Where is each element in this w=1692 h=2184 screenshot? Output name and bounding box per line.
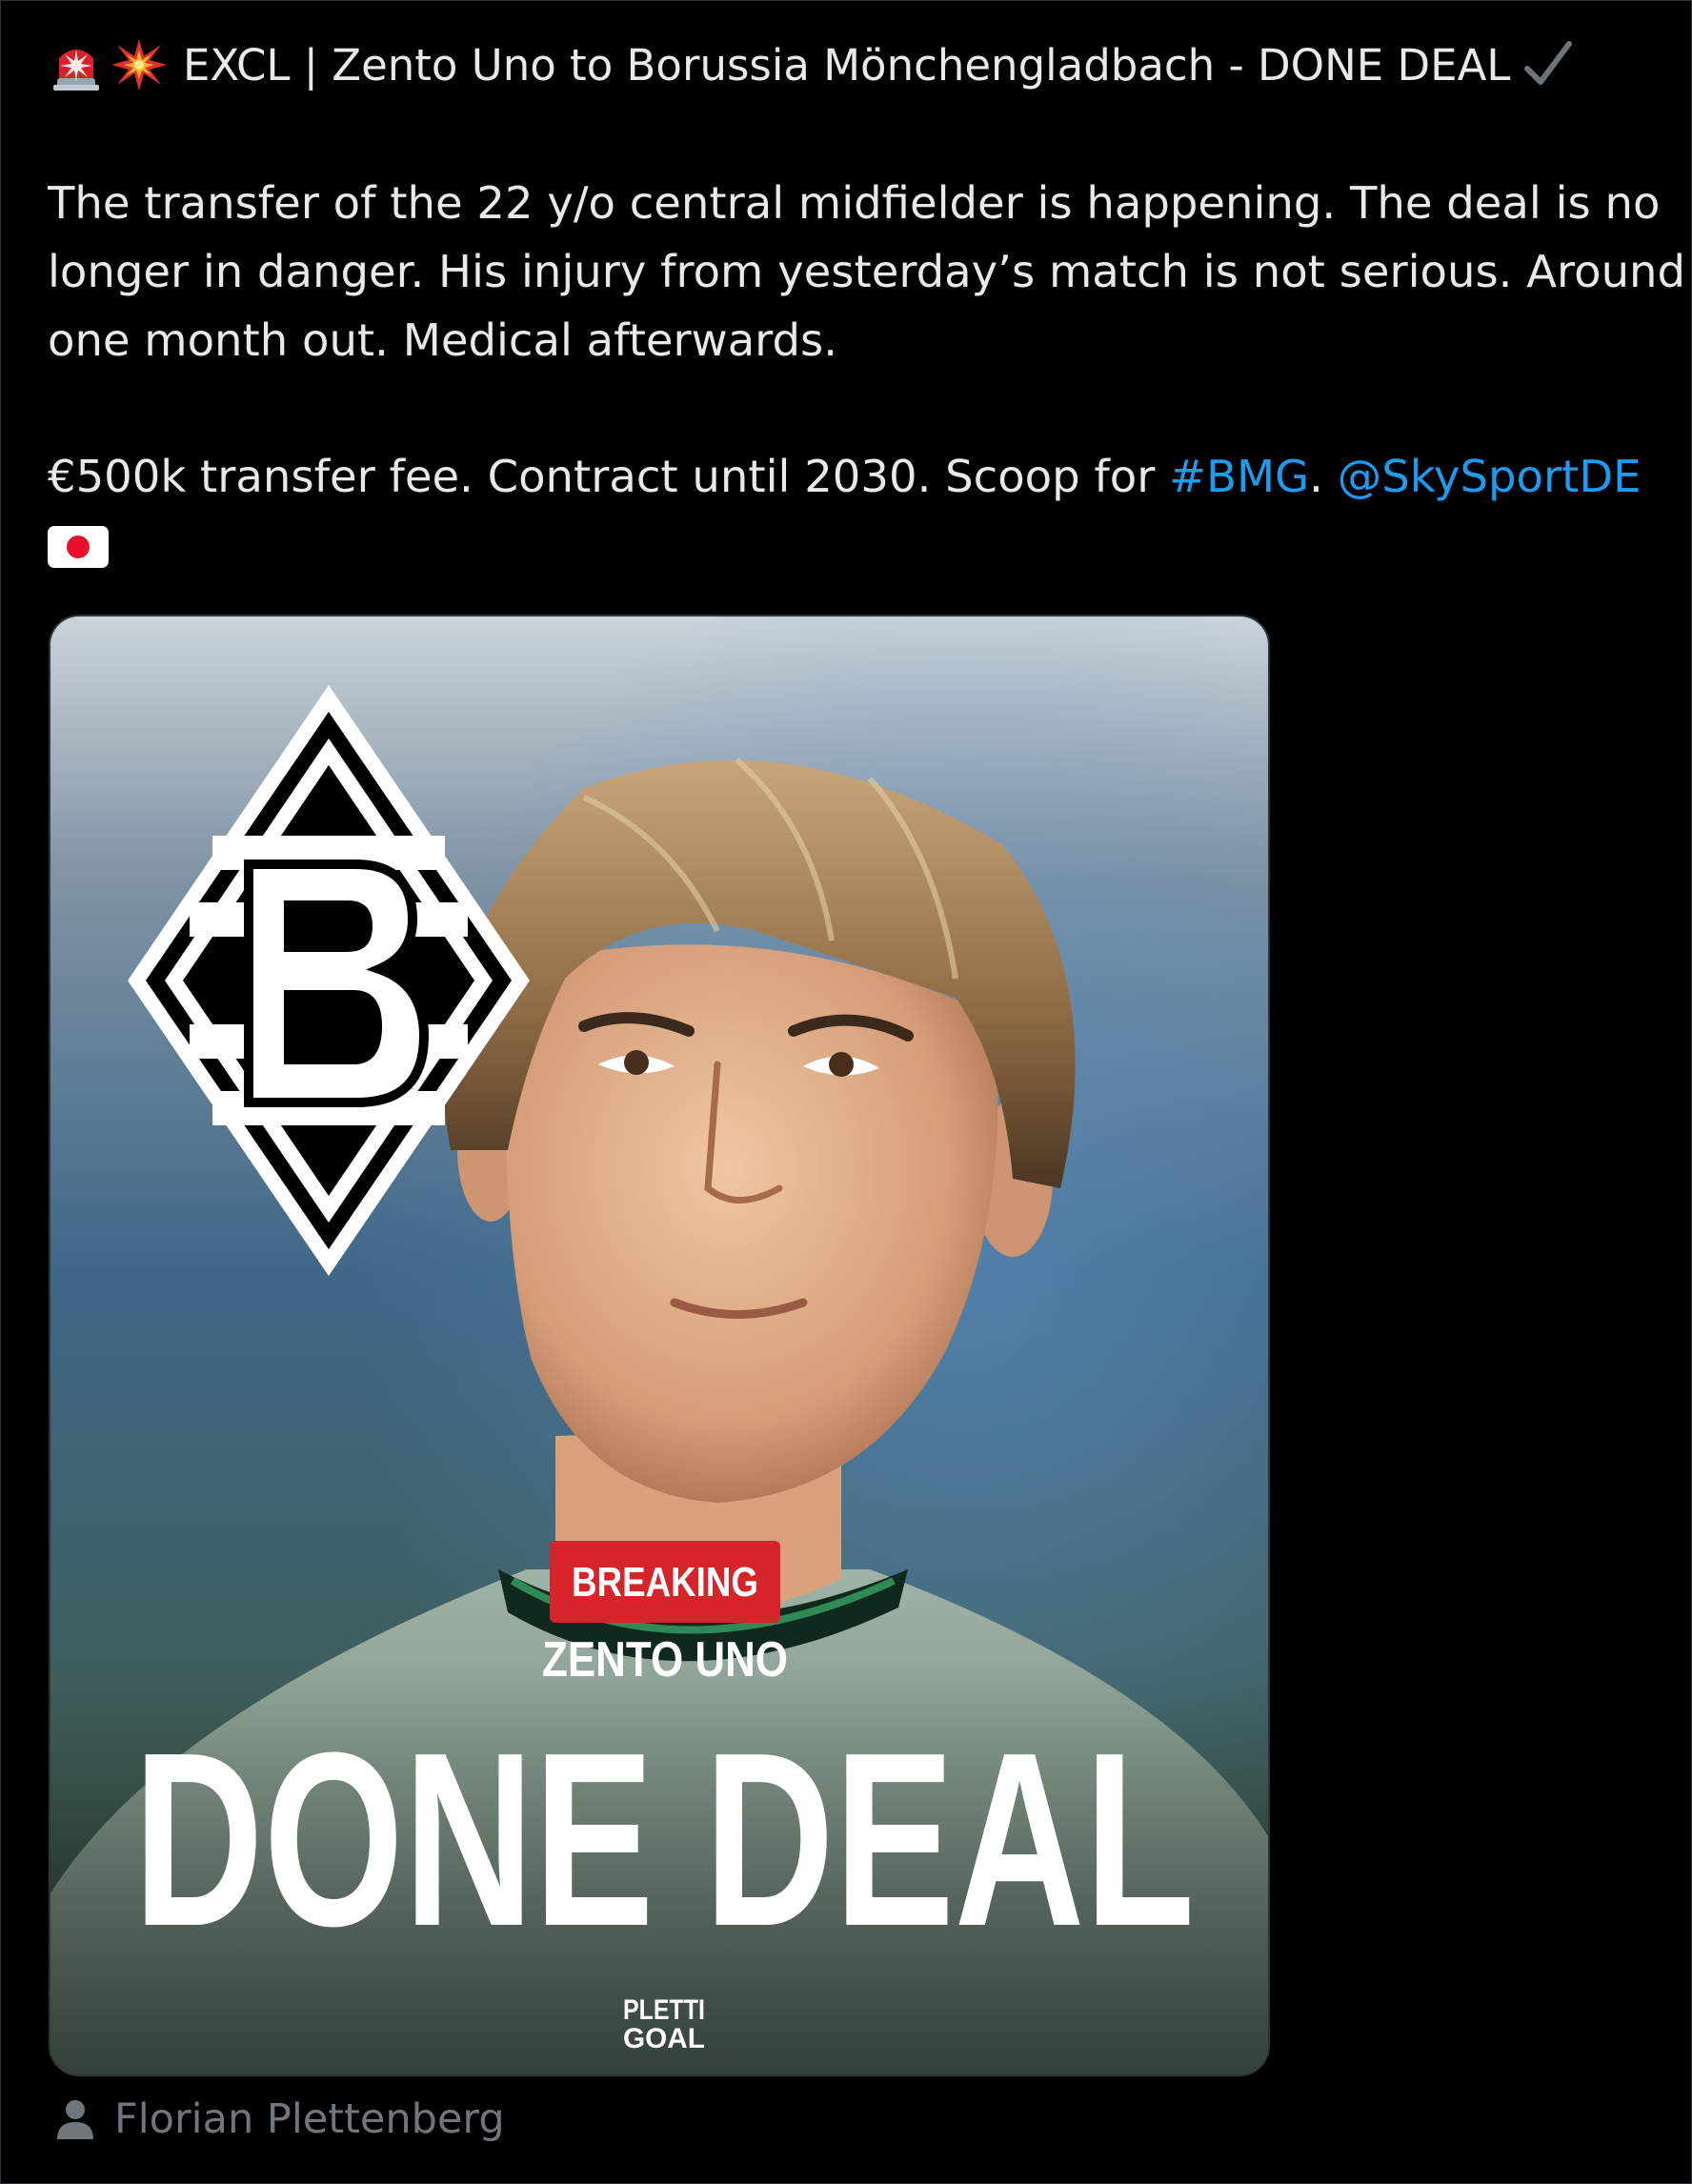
post-body-paragraph: The transfer of the 22 y/o central midfi…	[48, 169, 1686, 374]
breaking-badge-label: BREAKING	[572, 1559, 758, 1606]
post-body-line: longer in danger. His injury from yester…	[48, 246, 1686, 297]
post-body-line: one month out. Medical afterwards.	[48, 314, 838, 366]
check-mark-icon	[1520, 36, 1577, 93]
post-image[interactable]: BREAKING ZENTO UNO DONE DEAL PLETTI GOAL	[49, 615, 1270, 2076]
police-light-icon	[48, 36, 105, 93]
watermark-line: GOAL	[623, 2023, 705, 2054]
done-deal-headline: DONE DEAL	[133, 1702, 1195, 1978]
post-headline: EXCL | Zento Uno to Borussia Mönchenglad…	[183, 39, 1511, 91]
mention-link[interactable]: @SkySportDE	[1338, 451, 1642, 502]
post-details-line: €500k transfer fee. Contract until 2030.…	[48, 442, 1667, 511]
post-details-text: €500k transfer fee. Contract until 2030.…	[48, 451, 1170, 502]
japan-flag-icon	[48, 526, 109, 568]
post-headline-row: EXCL | Zento Uno to Borussia Mönchenglad…	[48, 34, 1582, 95]
watermark-line: PLETTI	[623, 1994, 705, 2026]
attribution-name: Florian Plettenberg	[114, 2095, 505, 2143]
person-icon	[57, 2100, 93, 2139]
collision-icon	[111, 36, 168, 93]
player-name-text: ZENTO UNO	[542, 1632, 788, 1688]
hashtag-link[interactable]: #BMG	[1169, 451, 1309, 502]
separator: .	[1309, 451, 1323, 502]
image-attribution[interactable]: Florian Plettenberg	[53, 2089, 505, 2150]
post-body-line: The transfer of the 22 y/o central midfi…	[48, 177, 1661, 229]
